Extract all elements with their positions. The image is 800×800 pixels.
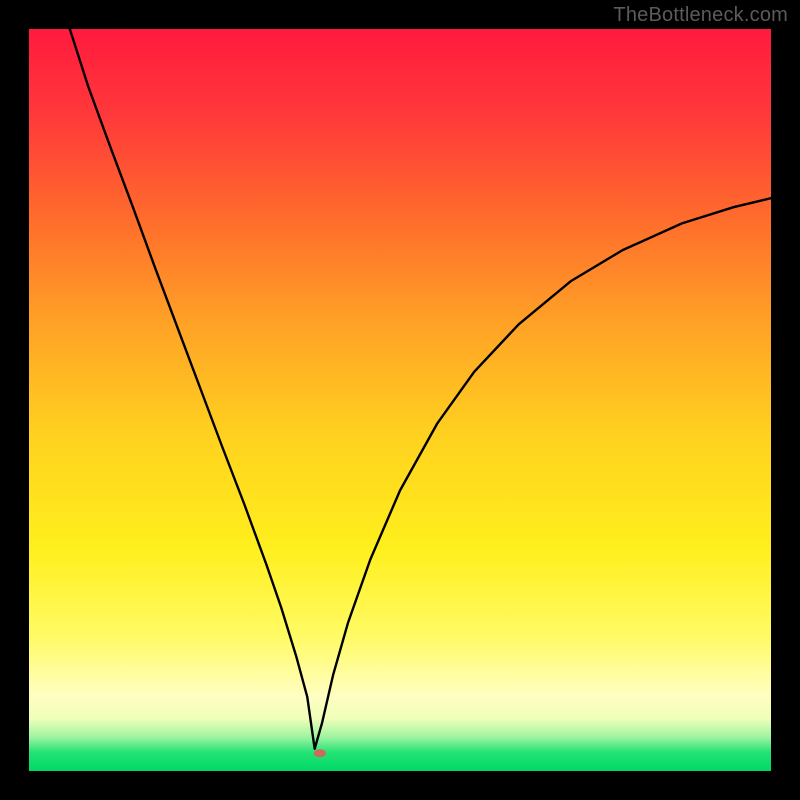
gradient-background [29,29,771,771]
chart-stage: TheBottleneck.com [0,0,800,800]
notch-marker [314,749,326,757]
watermark-text: TheBottleneck.com [613,4,788,27]
bottleneck-chart [29,29,771,771]
